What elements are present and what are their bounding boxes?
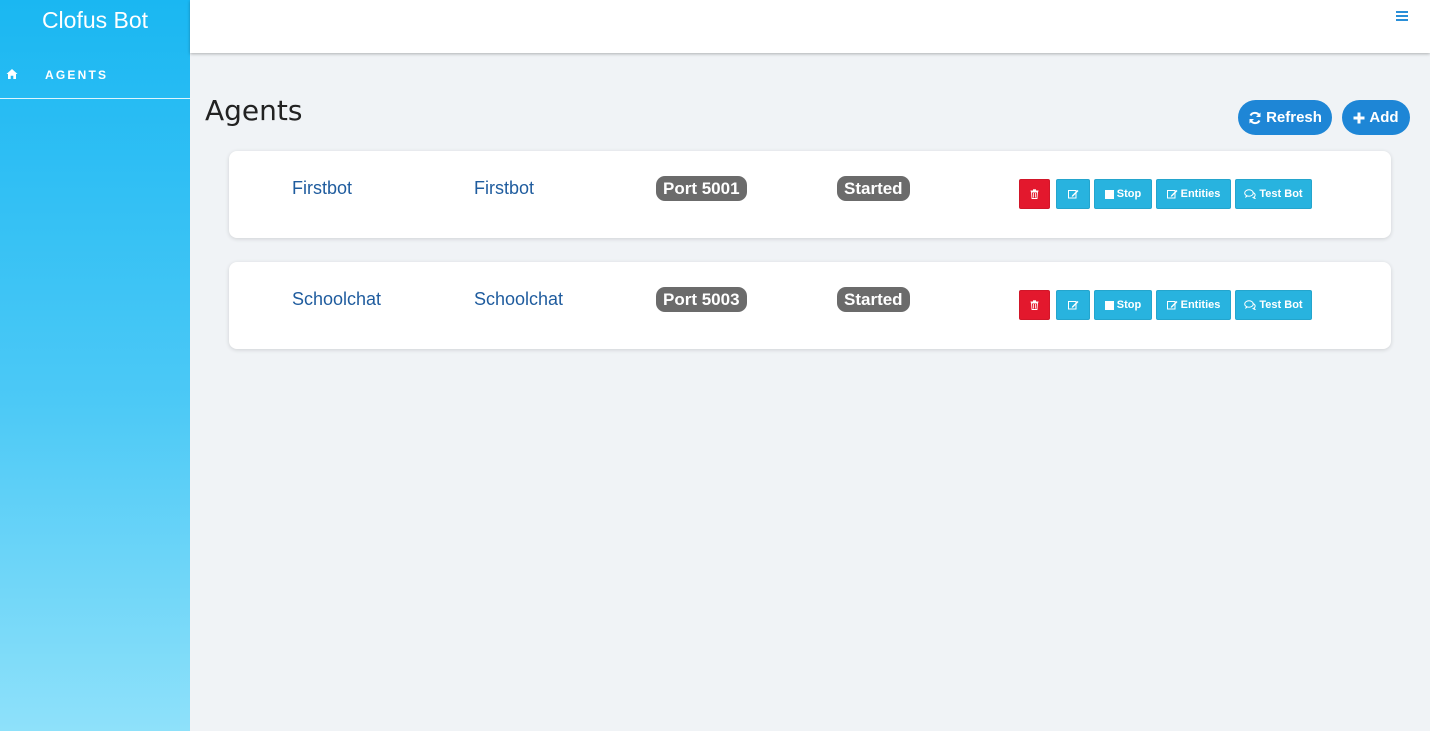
test-bot-button[interactable]: Test Bot xyxy=(1235,290,1312,320)
test-bot-label: Test Bot xyxy=(1259,188,1303,200)
stop-button[interactable]: Stop xyxy=(1094,179,1152,209)
hamburger-icon[interactable] xyxy=(1396,11,1408,23)
stop-icon xyxy=(1104,189,1114,199)
delete-button[interactable] xyxy=(1019,290,1050,320)
delete-button[interactable] xyxy=(1019,179,1050,209)
agent-name-link[interactable]: Firstbot xyxy=(292,178,352,199)
test-bot-label: Test Bot xyxy=(1259,299,1303,311)
entities-button[interactable]: Entities xyxy=(1156,290,1231,320)
add-button[interactable]: Add xyxy=(1342,100,1410,135)
chat-icon xyxy=(1244,300,1257,310)
test-bot-button[interactable]: Test Bot xyxy=(1235,179,1312,209)
port-badge: Port 5001 xyxy=(656,176,747,201)
sidebar-item-agents[interactable]: AGENTS xyxy=(0,52,190,99)
page-title: Agents xyxy=(205,94,303,127)
refresh-button[interactable]: Refresh xyxy=(1238,100,1332,135)
agent-card: Firstbot Firstbot Port 5001 Started Stop… xyxy=(229,151,1391,238)
plus-icon xyxy=(1353,112,1365,124)
edit-icon xyxy=(1067,189,1079,199)
agent-card: Schoolchat Schoolchat Port 5003 Started xyxy=(229,262,1391,349)
entities-button[interactable]: Entities xyxy=(1156,179,1231,209)
edit-icon xyxy=(1166,189,1178,199)
agent-description-link[interactable]: Schoolchat xyxy=(474,289,563,310)
refresh-icon xyxy=(1248,111,1262,125)
sidebar: Clofus Bot AGENTS xyxy=(0,0,190,731)
edit-button[interactable] xyxy=(1056,179,1090,209)
refresh-label: Refresh xyxy=(1266,109,1322,126)
add-label: Add xyxy=(1369,109,1399,126)
edit-icon xyxy=(1067,300,1079,310)
status-badge: Started xyxy=(837,176,910,201)
trash-icon xyxy=(1030,189,1039,199)
sidebar-item-label: AGENTS xyxy=(45,68,109,82)
stop-icon xyxy=(1104,300,1114,310)
status-badge: Started xyxy=(837,287,910,312)
stop-button[interactable]: Stop xyxy=(1094,290,1152,320)
port-badge: Port 5003 xyxy=(656,287,747,312)
stop-label: Stop xyxy=(1116,299,1142,311)
entities-label: Entities xyxy=(1180,188,1221,200)
agent-name-link[interactable]: Schoolchat xyxy=(292,289,381,310)
entities-label: Entities xyxy=(1180,299,1221,311)
chat-icon xyxy=(1244,189,1257,199)
edit-button[interactable] xyxy=(1056,290,1090,320)
brand-title[interactable]: Clofus Bot xyxy=(0,0,190,44)
trash-icon xyxy=(1030,300,1039,310)
agent-description-link[interactable]: Firstbot xyxy=(474,178,534,199)
top-bar xyxy=(190,0,1430,53)
home-icon xyxy=(6,68,18,80)
edit-icon xyxy=(1166,300,1178,310)
stop-label: Stop xyxy=(1116,188,1142,200)
